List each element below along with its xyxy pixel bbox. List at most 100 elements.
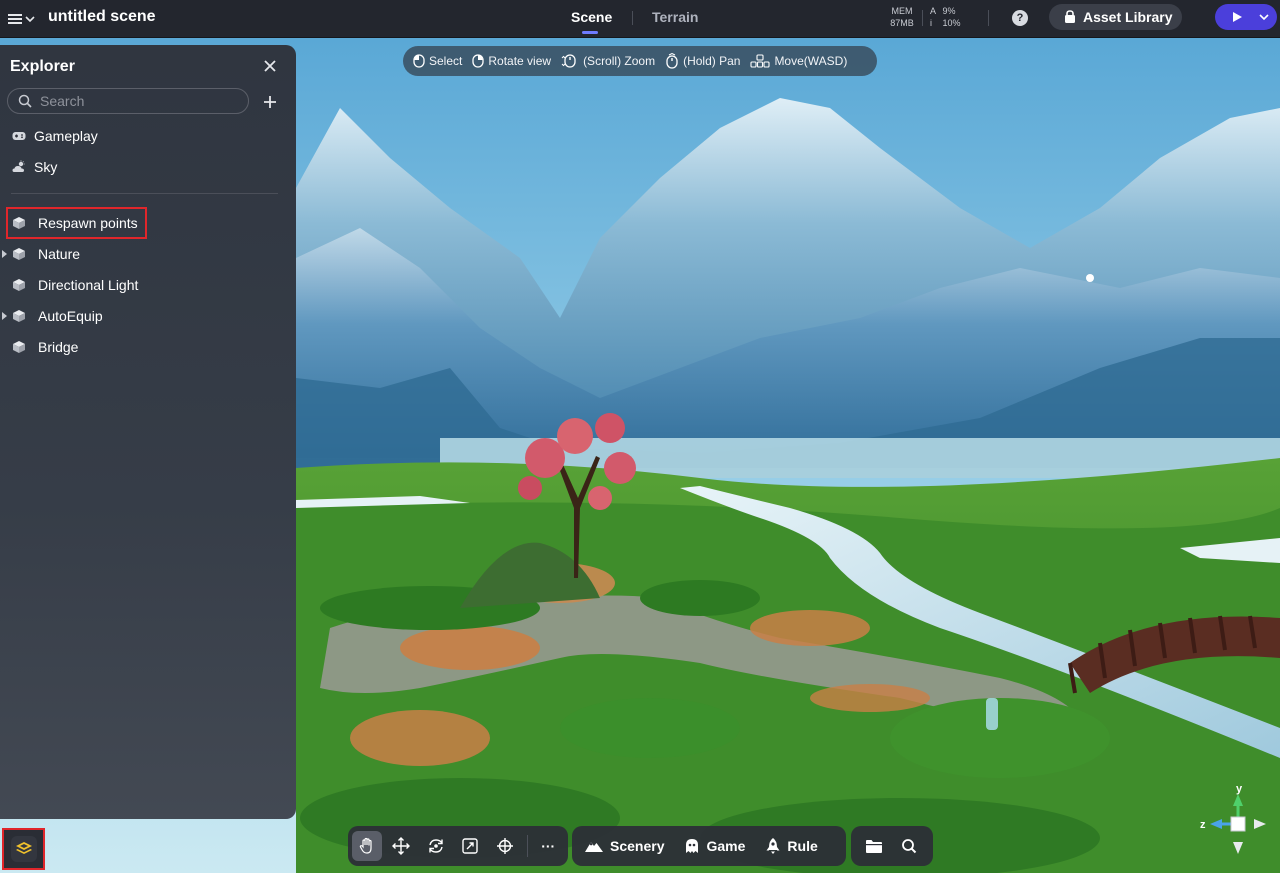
search-scene-button[interactable] (894, 831, 924, 861)
folder-icon (866, 840, 882, 853)
hamburger-icon (8, 14, 22, 24)
hand-icon (359, 837, 372, 854)
hand-tool-button[interactable] (352, 831, 382, 861)
rotate-tool-button[interactable] (421, 831, 451, 861)
play-button[interactable] (1215, 4, 1277, 30)
search-input[interactable] (40, 93, 230, 109)
shopping-bag-icon (1065, 10, 1075, 23)
gizmo-z-label: z (1200, 819, 1206, 831)
explorer-item-label: Nature (38, 246, 81, 262)
gizmo-neg-y-arrow[interactable] (1233, 842, 1243, 854)
explorer-item-autoequip[interactable]: AutoEquip (0, 303, 296, 329)
hint-rotate-label: Rotate view (488, 54, 552, 68)
main-menu-button[interactable] (8, 9, 40, 29)
chevron-down-icon (25, 16, 35, 23)
hint-zoom-label: (Scroll) Zoom (583, 54, 656, 68)
performance-stats: A 9% i 10% (930, 5, 961, 29)
explorer-item-bridge[interactable]: Bridge (0, 334, 296, 360)
utility-toolbar (851, 826, 933, 866)
explorer-item-gameplay[interactable]: Gameplay (0, 123, 296, 149)
explorer-item-label: Directional Light (38, 277, 139, 293)
hint-pan-label: (Hold) Pan (683, 54, 741, 68)
stat-i-value: 10% (942, 18, 961, 28)
add-icon[interactable] (262, 94, 278, 110)
hint-zoom: (Scroll) Zoom (561, 54, 655, 68)
wasd-keys-icon (750, 54, 770, 68)
memory-value: 87MB (890, 18, 914, 28)
explorer-item-label: AutoEquip (38, 308, 103, 324)
expand-caret-icon[interactable] (2, 312, 7, 320)
folder-button[interactable] (859, 831, 889, 861)
hint-move: Move(WASD) (750, 54, 847, 68)
scenery-mode-label: Scenery (610, 838, 665, 854)
stats-divider (922, 10, 923, 26)
toolbar-divider (526, 835, 528, 857)
asset-library-button[interactable]: Asset Library (1049, 4, 1182, 30)
scenery-mode-button[interactable]: Scenery (584, 838, 664, 854)
ghost-icon (686, 839, 699, 853)
gizmo-y-axis (1236, 806, 1240, 818)
memory-readout: MEM 87MB (886, 5, 918, 29)
tab-scene[interactable]: Scene (571, 9, 612, 34)
stat-a-value: 9% (942, 6, 956, 16)
rotate-icon (429, 839, 443, 853)
memory-label: MEM (891, 6, 913, 16)
scale-tool-button[interactable] (456, 831, 486, 861)
tab-terrain[interactable]: Terrain (652, 9, 698, 25)
explorer-item-nature[interactable]: Nature (0, 241, 296, 267)
gizmo-center-cube[interactable] (1230, 816, 1246, 832)
search-icon (18, 94, 32, 108)
gizmo-y-label: y (1236, 783, 1243, 795)
rocket-icon (766, 838, 780, 854)
controls-hint-bar: Select Rotate view (Scroll) Zoom (Hold) … (403, 46, 877, 76)
search-icon (902, 839, 917, 854)
gizmo-z-axis (1222, 822, 1231, 826)
explorer-item-sky[interactable]: Sky (0, 154, 296, 180)
hint-select-label: Select (429, 54, 463, 68)
explorer-search (7, 88, 249, 114)
explorer-item-label: Gameplay (34, 128, 98, 144)
mouse-right-icon (472, 54, 485, 68)
mountain-icon (585, 842, 603, 852)
scene-title[interactable]: untitled scene (48, 8, 156, 26)
layers-icon (15, 842, 32, 854)
cube-icon (13, 279, 25, 291)
mode-toolbar: Scenery Game Rule (572, 826, 846, 866)
transform-toolbar: ··· (348, 826, 568, 866)
expand-caret-icon[interactable] (2, 250, 7, 258)
cube-icon (13, 341, 25, 353)
explorer-title: Explorer (10, 58, 75, 75)
cube-icon (13, 248, 25, 260)
close-icon[interactable] (262, 58, 278, 74)
stat-a-label: A (930, 6, 937, 16)
explorer-item-directional-light[interactable]: Directional Light (0, 272, 296, 298)
mouse-left-icon (413, 54, 425, 68)
hint-move-label: Move(WASD) (774, 54, 848, 68)
axis-gizmo[interactable]: y z (1198, 780, 1270, 860)
play-options-chevron-icon[interactable] (1259, 13, 1269, 21)
stat-i-label: i (930, 18, 932, 28)
move-arrows-icon (392, 837, 411, 855)
top-bar: untitled scene Scene Terrain MEM 87MB A … (0, 0, 1280, 38)
gizmo-neg-z-arrow[interactable] (1254, 819, 1266, 829)
rule-mode-button[interactable]: Rule (765, 837, 818, 855)
transform-icon (496, 838, 513, 854)
hint-pan: (Hold) Pan (665, 53, 740, 69)
play-icon (1233, 12, 1242, 22)
tab-divider (632, 11, 633, 25)
game-mode-button[interactable]: Game (684, 838, 745, 854)
explorer-item-label: Sky (34, 159, 58, 175)
hint-rotate: Rotate view (472, 54, 551, 68)
transform-tool-button[interactable] (490, 831, 520, 861)
layers-button-inner (10, 836, 37, 862)
gizmo-y-arrow[interactable] (1233, 794, 1243, 806)
gizmo-z-arrow[interactable] (1210, 819, 1222, 829)
move-tool-button[interactable] (387, 831, 417, 861)
mouse-middle-icon (666, 53, 678, 69)
help-button[interactable]: ? (1012, 10, 1028, 26)
highlight-box (6, 207, 147, 239)
layers-button[interactable] (2, 828, 45, 870)
explorer-panel: Explorer Gameplay Sky Respawn points Nat… (0, 45, 296, 819)
gamepad-icon (12, 132, 26, 140)
more-tools-button[interactable]: ··· (533, 831, 563, 861)
